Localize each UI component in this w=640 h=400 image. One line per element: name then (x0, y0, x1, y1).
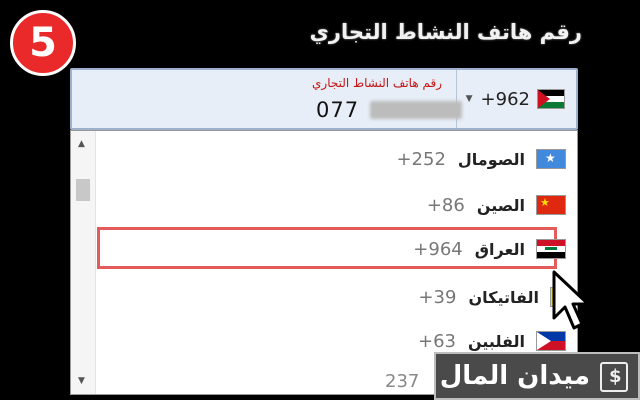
philippines-flag-icon (537, 332, 565, 350)
scroll-up-arrow-icon[interactable]: ▲ (78, 139, 85, 149)
country-item-vatican[interactable]: +39 الفاتيكان (418, 279, 565, 315)
selected-country-code: +962 (480, 88, 530, 110)
scrollbar-thumb[interactable] (76, 179, 90, 201)
watermark-banner: ميدان المال (434, 352, 640, 400)
country-item-iraq[interactable]: +964 العراق (413, 231, 565, 267)
blurred-phone-digits (370, 101, 462, 119)
phone-input-field[interactable]: ▼ +962 رقم هاتف النشاط التجاري 077 (70, 68, 578, 130)
china-flag-icon (537, 196, 565, 214)
mouse-pointer-icon (552, 270, 590, 330)
scroll-down-arrow-icon[interactable]: ▼ (78, 376, 85, 386)
caret-down-icon: ▼ (465, 94, 473, 104)
dollar-logo-icon (600, 362, 628, 392)
iraq-flag-icon (537, 240, 565, 258)
country-item-somalia[interactable]: +252 الصومال (396, 141, 565, 177)
country-code: +86 (426, 194, 465, 216)
partial-country-code: 237 (385, 371, 420, 392)
phone-field-label: رقم هاتف النشاط التجاري (312, 76, 442, 90)
jordan-flag-icon (538, 90, 564, 108)
country-code: +252 (396, 148, 446, 170)
watermark-text: ميدان المال (439, 361, 590, 391)
screenshot-frame: 5 رقم هاتف النشاط التجاري ▼ +962 رقم هات… (0, 0, 640, 400)
country-code: +63 (418, 330, 456, 352)
country-name: الصومال (457, 149, 525, 169)
country-item-china[interactable]: +86 الصين (427, 187, 565, 223)
country-code: +39 (418, 286, 457, 308)
country-name: الفاتيكان (468, 287, 539, 307)
country-name: العراق (474, 239, 525, 259)
field-heading: رقم هاتف النشاط التجاري (309, 20, 582, 44)
country-code-selector[interactable]: ▼ +962 (456, 70, 576, 128)
step-number-badge: 5 (10, 10, 76, 76)
country-name: الصين (476, 195, 525, 215)
phone-field-value[interactable]: 077 (316, 98, 359, 122)
dropdown-scrollbar[interactable]: ▲ ▼ (71, 131, 96, 394)
somalia-flag-icon (537, 150, 565, 168)
country-code: +964 (413, 238, 463, 260)
country-name: الفلبين (468, 331, 525, 351)
